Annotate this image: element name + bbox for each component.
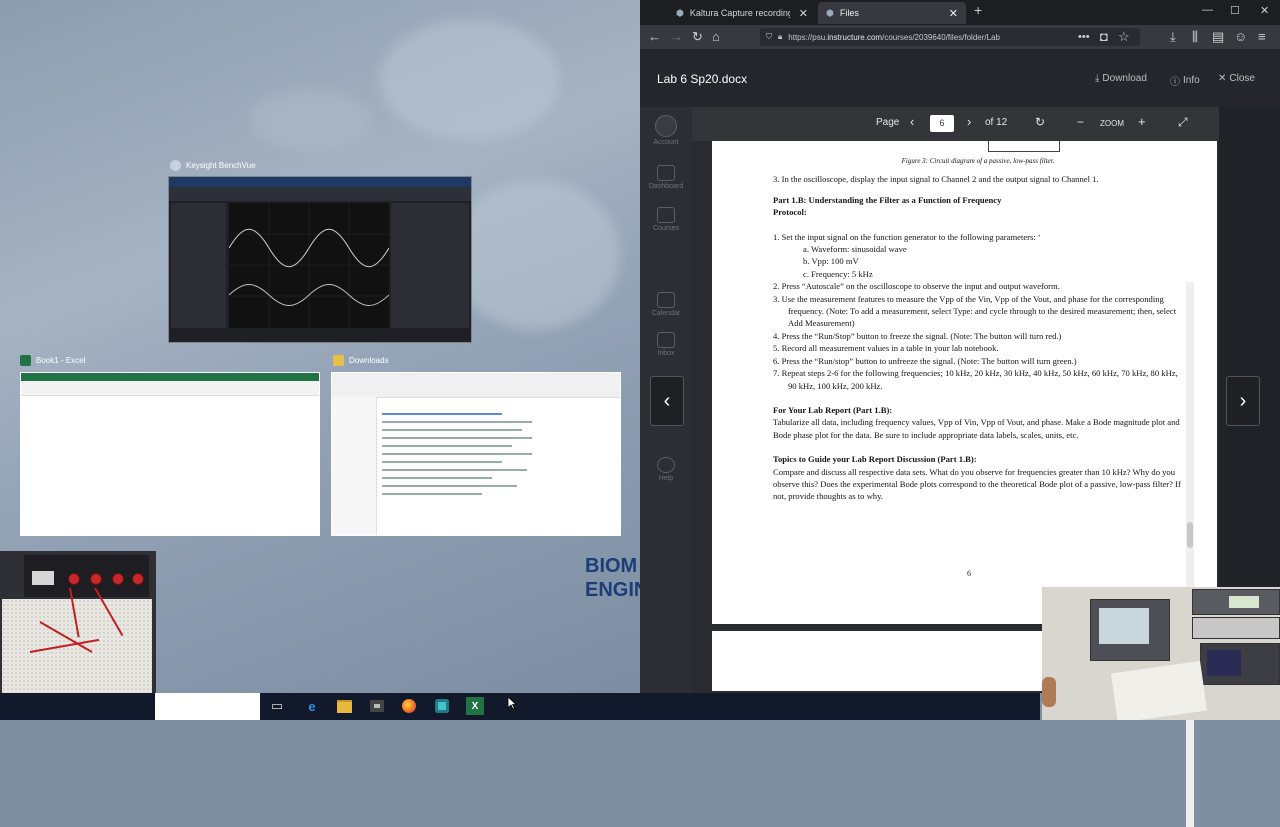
edge-icon[interactable]: e (303, 697, 321, 715)
pocket-icon[interactable]: ◘ (1100, 29, 1108, 45)
maximize-button[interactable]: ☐ (1230, 4, 1240, 17)
step-3-oscilloscope: 3. In the oscilloscope, display the inpu… (773, 174, 1099, 185)
firefox-icon[interactable] (400, 697, 418, 715)
wallpaper-text-1: BIOM (585, 555, 638, 577)
figure-caption: Figure 3: Circuit diagram of a passive, … (901, 157, 1055, 165)
benchvue-taskbar-icon[interactable] (433, 697, 451, 715)
file-preview-header: Lab 6 Sp20.docx ⤓ Download ⓘ Info ✕ Close (640, 49, 1280, 107)
zoom-label: ZOOM (1100, 119, 1124, 128)
task-view-icon[interactable]: ▭ (268, 697, 286, 715)
file-explorer-icon[interactable] (335, 697, 353, 715)
info-icon: ⓘ (1170, 77, 1180, 88)
protocol-item: 5. Record all measurement values in a ta… (773, 343, 999, 354)
bookmark-star-icon[interactable]: ☆ (1118, 29, 1130, 45)
protocol-item: 6. Press the “Run/stop” button to unfree… (773, 355, 1077, 366)
benchvue-icon (170, 160, 181, 171)
folder-icon (333, 355, 344, 366)
download-arrow-icon: ⤓ (1095, 73, 1100, 84)
document-text: Figure 3: Circuit diagram of a passive, … (773, 141, 1183, 503)
heading-lab-report: For Your Lab Report (Part 1.B): (773, 404, 893, 415)
page-total: of 12 (985, 117, 1008, 128)
page-number-input[interactable]: 6 (930, 115, 954, 132)
document-scrollbar[interactable] (1186, 282, 1194, 827)
close-icon: ✕ (1218, 73, 1227, 84)
benchvue-window-thumbnail[interactable] (168, 176, 472, 343)
next-file-button[interactable]: › (1226, 376, 1260, 426)
wallpaper-text-2: ENGIN (585, 579, 640, 601)
benchvue-window-label[interactable]: Keysight BenchVue (170, 160, 256, 171)
nav-help: Help (640, 457, 692, 482)
document-toolbar: Page ‹ 6 › of 12 ↻ − ZOOM + ⤢ (692, 107, 1219, 141)
close-tab-icon[interactable]: ✕ (949, 7, 958, 20)
reload-icon[interactable]: ↻ (692, 29, 703, 45)
excel-taskbar-icon[interactable]: X (466, 697, 484, 715)
navigation-toolbar: ← → ↻ ⌂ ⛉ 🔒︎ https://psu.instructure.com… (640, 25, 1280, 49)
taskbar-search-box[interactable] (155, 693, 260, 720)
tab-files[interactable]: ⬢ Files ✕ (818, 2, 966, 24)
protocol-subitem: a. Waveform: sinusoidal wave (803, 244, 907, 255)
protocol-subitem: c. Frequency: 5 kHz (803, 268, 873, 279)
heading-protocol: Protocol: (773, 207, 807, 218)
protocol-item: 1. Set the input signal on the function … (773, 231, 1041, 242)
fullscreen-icon[interactable]: ⤢ (1178, 115, 1188, 130)
page-label: Page (876, 117, 900, 128)
tracking-shield-icon: ⛉ (766, 32, 772, 41)
excel-icon (20, 355, 31, 366)
protocol-item: 7. Repeat steps 2-6 for the following fr… (773, 368, 1178, 391)
next-page-icon[interactable]: › (967, 114, 971, 129)
downloads-window-thumbnail[interactable] (331, 372, 621, 536)
scrollbar-thumb[interactable] (1187, 522, 1193, 548)
rotate-icon[interactable]: ↻ (1035, 115, 1045, 129)
lock-icon: 🔒︎ (778, 32, 783, 41)
webcam-lab-bench-feed (1042, 587, 1280, 720)
nav-courses: Courses (640, 207, 692, 232)
canvas-icon: ⬢ (826, 7, 834, 18)
close-tab-icon[interactable]: ✕ (799, 7, 808, 20)
library-icon[interactable]: ⫼ (1192, 29, 1198, 45)
excel-window-label[interactable]: Book1 - Excel (20, 355, 85, 366)
new-tab-button[interactable]: + (974, 2, 982, 18)
tab-strip: ⬢ Kaltura Capture recording - Mo ✕ ⬢ Fil… (640, 0, 1280, 25)
account-icon[interactable]: ☺ (1234, 29, 1247, 45)
heading-discussion: Topics to Guide your Lab Report Discussi… (773, 454, 977, 465)
heading-part-1b: Part 1.B: Understanding the Filter as a … (773, 194, 1002, 205)
protocol-item: 3. Use the measurement features to measu… (773, 293, 1177, 329)
oscilloscope-display (228, 203, 390, 328)
tab-kaltura[interactable]: ⬢ Kaltura Capture recording - Mo ✕ (668, 2, 816, 24)
file-title: Lab 6 Sp20.docx (657, 72, 748, 86)
nav-account: Account (640, 115, 692, 146)
menu-icon[interactable]: ≡ (1258, 29, 1266, 45)
previous-file-button[interactable]: ‹ (650, 376, 684, 426)
prev-page-icon[interactable]: ‹ (910, 114, 914, 129)
mouse-cursor-icon (507, 696, 517, 710)
info-button[interactable]: ⓘ Info (1170, 73, 1200, 88)
download-button[interactable]: ⤓ Download (1095, 73, 1147, 84)
downloads-window-label[interactable]: Downloads (333, 355, 389, 366)
lab-report-text: Tabularize all data, including frequency… (773, 417, 1180, 440)
forward-icon[interactable]: → (670, 29, 683, 45)
document-page: Figure 3: Circuit diagram of a passive, … (712, 141, 1217, 624)
home-icon[interactable]: ⌂ (712, 29, 720, 45)
protocol-item: 4. Press the “Run/Stop” button to freeze… (773, 330, 1062, 341)
nav-calendar: Calendar (640, 292, 692, 317)
sidebar-icon[interactable]: ▤ (1212, 29, 1224, 45)
nav-dashboard: Dashboard (640, 165, 692, 190)
minimize-button[interactable]: — (1202, 4, 1213, 16)
protocol-item: 2. Press “Autoscale” on the oscilloscope… (773, 281, 1060, 292)
discussion-text: Compare and discuss all respective data … (773, 466, 1181, 502)
more-icon[interactable]: ••• (1078, 29, 1090, 45)
nav-inbox: Inbox (640, 332, 692, 357)
protocol-subitem: b. Vpp: 100 mV (803, 256, 859, 267)
zoom-out-icon[interactable]: − (1077, 115, 1084, 129)
webcam-breadboard-feed (0, 551, 156, 693)
camera-app-icon[interactable] (368, 697, 386, 715)
close-preview-button[interactable]: ✕ Close (1218, 73, 1255, 84)
download-icon[interactable]: ⤓ (1170, 29, 1176, 45)
zoom-in-icon[interactable]: + (1138, 114, 1146, 129)
close-window-button[interactable]: ✕ (1260, 4, 1269, 17)
shield-icon: ⬢ (676, 7, 684, 18)
page-number: 6 (967, 569, 971, 578)
back-icon[interactable]: ← (648, 29, 661, 45)
excel-window-thumbnail[interactable] (20, 372, 320, 536)
